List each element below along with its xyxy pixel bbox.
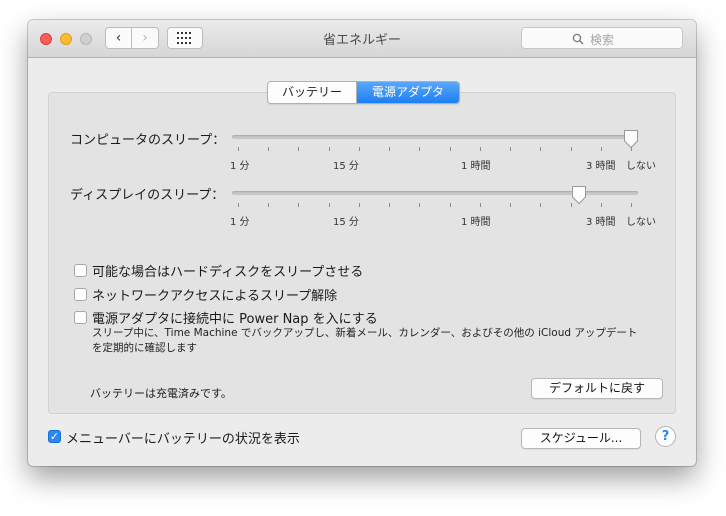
tab-power-adapter[interactable]: 電源アダプタ	[357, 82, 459, 103]
slider-tick	[358, 203, 360, 207]
slider-tick	[358, 147, 360, 151]
power-nap-label: 電源アダプタに接続中に Power Nap を入にする	[92, 312, 378, 327]
network-wake-label: ネットワークアクセスによるスリープ解除	[92, 289, 338, 304]
search-icon	[572, 33, 584, 45]
search-field[interactable]: 検索	[521, 27, 683, 49]
slider-tick	[570, 147, 572, 151]
slider-tick	[238, 147, 239, 151]
slider-tick	[389, 203, 391, 207]
slider-tick	[328, 147, 330, 151]
computer-sleep-tick-15min: 15 分	[333, 161, 359, 172]
slider-tick	[510, 203, 512, 207]
tab-bar: バッテリー 電源アダプタ	[267, 81, 460, 104]
show-all-button[interactable]	[167, 27, 203, 49]
computer-sleep-label: コンピュータのスリープ：	[70, 133, 226, 148]
energy-saver-window: ‹ › 省エネルギー 検索 バッテリー 電源アダプタ コンピュータのスリープ： …	[28, 20, 696, 466]
harddisk-sleep-checkbox[interactable]	[74, 264, 87, 277]
display-sleep-tick-1min: 1 分	[230, 217, 250, 228]
forward-button[interactable]: ›	[132, 27, 159, 49]
slider-tick	[540, 203, 542, 207]
menubar-battery-label: メニューバーにバッテリーの状況を表示	[66, 432, 300, 447]
slider-tick	[419, 203, 421, 207]
display-sleep-tick-3hours: 3 時間	[586, 217, 616, 228]
display-sleep-tick-1hour: 1 時間	[461, 217, 491, 228]
computer-sleep-thumb[interactable]	[623, 129, 639, 149]
power-nap-description-line1: スリープ中に、Time Machine でバックアップし、新着メール、カレンダー…	[92, 327, 638, 339]
menubar-battery-checkbox[interactable]: ✓	[48, 430, 61, 443]
slider-tick	[600, 203, 602, 207]
display-sleep-tick-never: しない	[626, 217, 656, 228]
computer-sleep-tick-3hours: 3 時間	[586, 161, 616, 172]
zoom-button[interactable]	[80, 33, 92, 45]
slider-tick	[510, 147, 512, 151]
display-sleep-thumb[interactable]	[571, 185, 587, 205]
harddisk-sleep-label: 可能な場合はハードディスクをスリープさせる	[92, 265, 364, 280]
slider-tick	[479, 203, 481, 207]
slider-tick	[238, 203, 239, 207]
slider-tick	[449, 203, 451, 207]
computer-sleep-track[interactable]	[232, 135, 638, 139]
tab-battery[interactable]: バッテリー	[268, 82, 357, 103]
power-nap-checkbox[interactable]	[74, 311, 87, 324]
chevron-left-icon: ‹	[115, 30, 122, 46]
power-nap-description-line2: を定期的に確認します	[92, 342, 197, 354]
slider-tick	[389, 147, 391, 151]
window-title: 省エネルギー	[322, 33, 401, 48]
schedule-button[interactable]: スケジュール...	[521, 428, 641, 449]
back-button[interactable]: ‹	[105, 27, 132, 49]
search-placeholder: 検索	[590, 33, 615, 47]
display-sleep-label: ディスプレイのスリープ：	[70, 188, 225, 203]
slider-tick	[540, 147, 542, 151]
display-sleep-tick-15min: 15 分	[333, 217, 359, 228]
computer-sleep-tick-1min: 1 分	[230, 161, 250, 172]
restore-defaults-button[interactable]: デフォルトに戻す	[531, 378, 663, 399]
slider-tick	[298, 203, 300, 207]
grid-icon	[177, 32, 191, 44]
close-button[interactable]	[40, 33, 52, 45]
power-nap-description: スリープ中に、Time Machine でバックアップし、新着メール、カレンダー…	[92, 326, 682, 356]
slider-tick	[298, 147, 300, 151]
slider-tick	[328, 203, 330, 207]
computer-sleep-tick-1hour: 1 時間	[461, 161, 491, 172]
help-button[interactable]: ?	[655, 426, 676, 447]
minimize-button[interactable]	[60, 33, 72, 45]
slider-tick	[268, 203, 270, 207]
slider-tick	[631, 203, 632, 207]
network-wake-checkbox[interactable]	[74, 288, 87, 301]
slider-tick	[449, 147, 451, 151]
chevron-right-icon: ›	[142, 30, 148, 46]
computer-sleep-tick-never: しない	[626, 161, 656, 172]
slider-tick	[600, 147, 602, 151]
slider-tick	[479, 147, 481, 151]
slider-tick	[419, 147, 421, 151]
battery-status-text: バッテリーは充電済みです。	[90, 387, 232, 400]
slider-tick	[268, 147, 270, 151]
title-bar: ‹ › 省エネルギー 検索	[28, 20, 696, 58]
